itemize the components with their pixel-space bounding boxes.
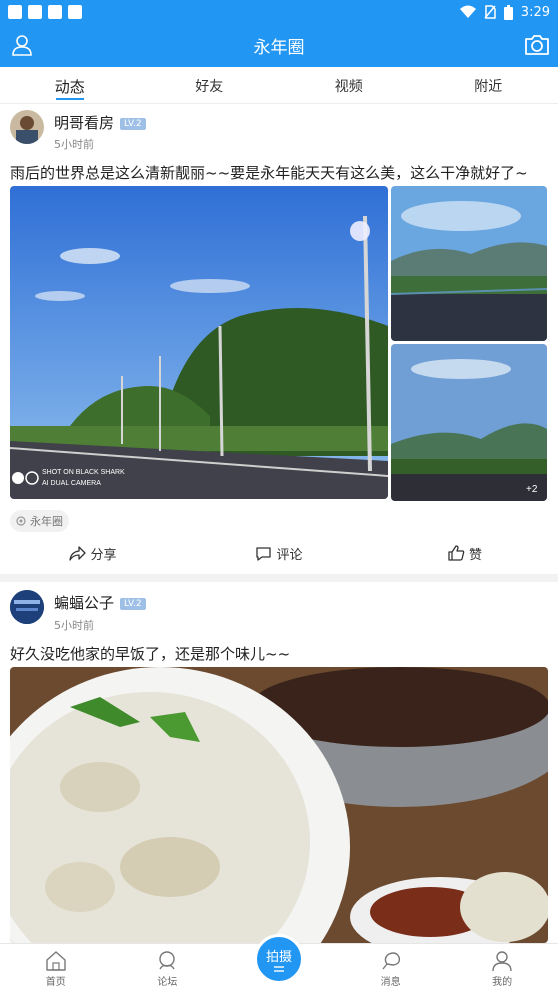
divider: [0, 574, 558, 582]
battery-icon: [503, 4, 513, 20]
author-name[interactable]: 明哥看房: [54, 114, 114, 132]
share-icon: [69, 545, 87, 561]
nav-home-label: 首页: [45, 977, 66, 988]
status-left-icons: [8, 5, 82, 19]
status-time: 3:29: [520, 4, 550, 20]
like-button[interactable]: 赞: [372, 538, 558, 568]
watermark-line-1: SHOT ON BLACK SHARK: [42, 469, 125, 476]
status-right-icons: 3:29: [459, 4, 550, 20]
no-sim-icon: [484, 5, 496, 19]
nav-forum-label: 论坛: [157, 977, 178, 988]
avatar[interactable]: [10, 110, 44, 144]
forum-icon: [159, 951, 176, 970]
wifi-icon: [459, 5, 476, 18]
level-badge: LV.2: [120, 117, 146, 130]
tab-nearby[interactable]: 附近: [419, 67, 558, 103]
author-name[interactable]: 蝙蝠公子: [54, 594, 114, 612]
post-photo[interactable]: [10, 667, 548, 943]
user-icon: [492, 951, 512, 972]
font-icon: [68, 5, 82, 19]
tab-bar: 动态 好友 视频 附近: [0, 67, 558, 104]
thumbs-up-icon: [448, 545, 465, 561]
nav-messages-label: 消息: [380, 977, 401, 988]
level-badge: LV.2: [120, 597, 146, 610]
post-actions: 分享 评论 赞: [0, 538, 558, 568]
tab-videos[interactable]: 视频: [279, 67, 419, 103]
comment-button[interactable]: 评论: [186, 538, 372, 568]
nav-forum[interactable]: 论坛: [112, 944, 224, 992]
tab-feed[interactable]: 动态: [0, 67, 140, 103]
post-text: 好久没吃他家的早饭了，还是那个味儿~~: [10, 645, 291, 663]
post-time: 5小时前: [54, 619, 94, 632]
shoot-button[interactable]: 拍摄: [254, 934, 304, 984]
notification-icon: [28, 5, 42, 19]
post-author[interactable]: 明哥看房 LV.2: [54, 112, 146, 133]
nav-messages[interactable]: 消息: [335, 944, 447, 992]
post-text: 雨后的世界总是这么清新靓丽~~要是永年能天天有这么美，这么干净就好了~: [10, 164, 528, 182]
post-photo[interactable]: [391, 186, 547, 341]
like-label: 赞: [468, 547, 482, 563]
post-card: 明哥看房 LV.2 5小时前 雨后的世界总是这么清新靓丽~~要是永年能天天有这么美…: [0, 104, 558, 574]
camera-icon[interactable]: [524, 32, 550, 58]
nav-mine-label: 我的: [492, 977, 513, 988]
comment-label: 评论: [276, 547, 303, 563]
post-photo[interactable]: SHOT ON BLACK SHARK AI DUAL CAMERA: [10, 186, 388, 499]
tab-friends[interactable]: 好友: [140, 67, 280, 103]
share-button[interactable]: 分享: [0, 538, 186, 568]
post-time: 5小时前: [54, 138, 94, 151]
comment-icon: [256, 546, 272, 561]
nav-home[interactable]: 首页: [0, 944, 112, 992]
message-icon: [382, 952, 400, 970]
notification-icon: [8, 5, 22, 19]
menu-icon: [274, 965, 284, 972]
more-photos-count: +2: [526, 484, 538, 495]
page-title: 永年圈: [253, 38, 305, 58]
post-card: 蝙蝠公子 LV.2 5小时前 好久没吃他家的早饭了，还是那个味儿~~: [0, 582, 558, 943]
home-icon: [46, 951, 66, 971]
topic-tag-label: 永年圈: [30, 515, 63, 528]
shoot-label: 拍摄: [265, 949, 292, 965]
user-icon[interactable]: [10, 33, 34, 57]
app-bar: 永年圈: [0, 24, 558, 67]
image-icon: [48, 5, 62, 19]
share-label: 分享: [90, 547, 117, 563]
avatar[interactable]: [10, 590, 44, 624]
post-photo[interactable]: +2: [391, 344, 547, 501]
nav-mine[interactable]: 我的: [446, 944, 558, 992]
status-bar: 3:29: [0, 0, 558, 24]
tag-icon: [16, 516, 26, 526]
post-author[interactable]: 蝙蝠公子 LV.2: [54, 592, 146, 613]
topic-tag[interactable]: 永年圈: [10, 510, 69, 532]
watermark-line-2: AI DUAL CAMERA: [42, 480, 101, 487]
